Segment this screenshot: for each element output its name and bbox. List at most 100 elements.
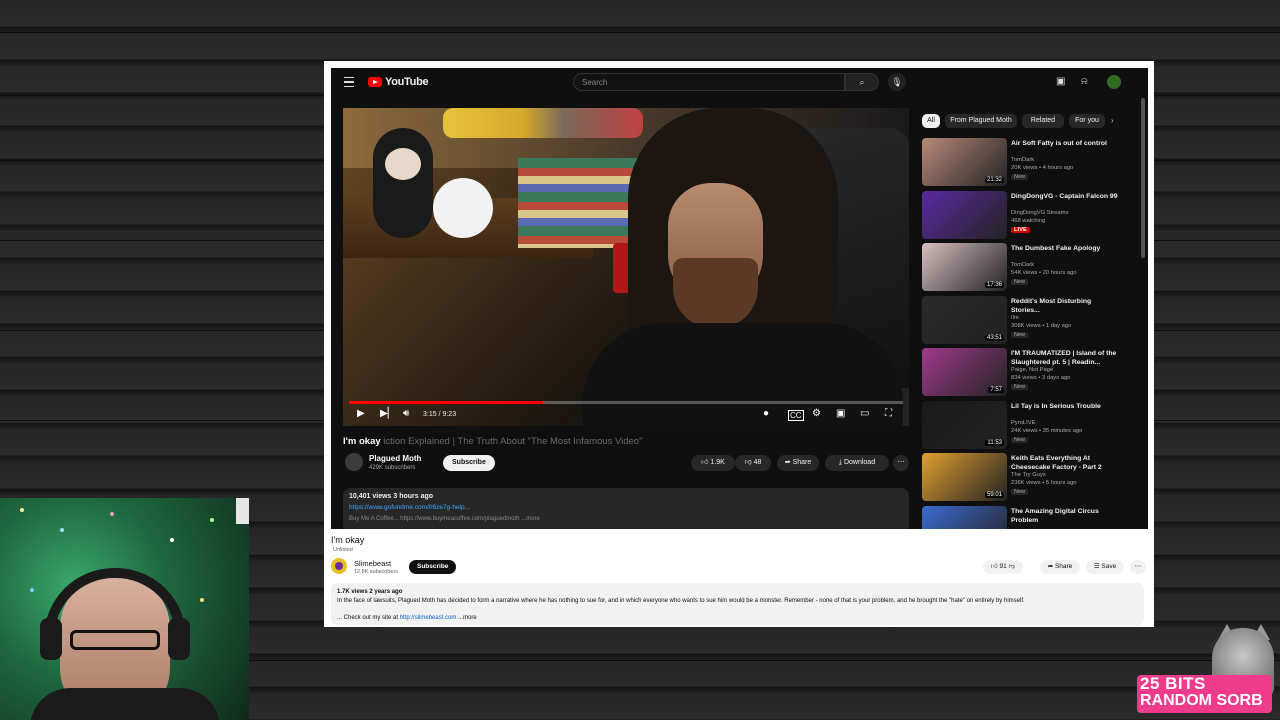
related-thumbnail[interactable]: 17:36 [922,243,1007,291]
related-video-item[interactable]: DingDongVG - Captain Falcon 99 DingDongVG… [922,190,1122,239]
fairy-light [30,588,34,592]
miniplayer-icon[interactable]: ▣ [836,408,845,419]
light-description-text: In the face of lawsuits, Plagued Moth ha… [337,598,1025,604]
related-thumbnail[interactable]: 59:01 [922,453,1007,501]
channel-name[interactable]: Plagued Moth [369,454,421,463]
light-more-icon[interactable]: ⋯ [1130,560,1146,574]
light-channel-name[interactable]: Slimebeast [354,559,391,568]
time-display: 3:15 / 9:23 [423,411,457,418]
related-video-item[interactable]: 59:01 Keith Eats Everything At Cheesecake… [922,453,1122,501]
headphone-cup [168,618,190,660]
youtube-logo[interactable]: YouTube [368,76,429,88]
related-video-item[interactable]: 11:53 Lil Tay is In Serious Trouble PyroLI… [922,400,1122,449]
description-more[interactable]: Buy Me A Coffee... https://www.buymeacof… [349,516,540,522]
chip-from-channel[interactable]: From Plagued Moth [945,114,1017,128]
light-share-button[interactable]: ➦ Share [1040,560,1080,574]
light-description-box[interactable]: 1.7K views 2 years ago In the face of la… [331,583,1144,625]
share-button[interactable]: ➦ Share [777,455,819,471]
chip-for-you[interactable]: For you [1069,114,1105,128]
fairy-light [110,512,114,516]
masthead: YouTube Search ⌕ 🎙︎ ▣ ⍾ [331,68,1148,98]
related-thumbnail[interactable]: 11:53 [922,400,1007,449]
related-title[interactable]: DingDongVG - Captain Falcon 99 [1011,192,1121,201]
chip-all[interactable]: All [922,114,940,128]
related-title[interactable]: Reddit's Most Disturbing Stories... [1011,297,1121,315]
video-frame-plush [373,128,433,238]
fairy-light [200,598,204,602]
related-thumbnail[interactable]: 7:57 [922,348,1007,396]
chevron-right-icon[interactable]: › [1111,116,1114,125]
related-title[interactable]: Lil Tay is In Serious Trouble [1011,402,1121,411]
light-save-button[interactable]: ☰ Save [1086,560,1124,574]
related-video-item[interactable]: 21:32 Air Soft Fatty is out of control Tom… [922,138,1122,186]
light-subscribe-button[interactable]: Subscribe [409,560,457,574]
like-button[interactable]: 👍︎ 1.9K [691,455,735,471]
download-button[interactable]: ⤓ Download [825,455,889,471]
account-avatar[interactable] [1107,75,1121,89]
channel-subscribers: 429K subscribers [369,465,416,471]
create-icon[interactable]: ▣ [1056,76,1065,87]
related-thumbnail[interactable]: 43:51 [922,295,1007,344]
new-badge: New [1011,384,1029,390]
related-title[interactable]: Air Soft Fatty is out of control [1011,139,1121,148]
theater-icon[interactable]: ▭ [860,408,869,419]
related-title[interactable]: The Dumbest Fake Apology [1011,244,1121,253]
unlisted-label: Unlisted [333,547,353,553]
next-icon[interactable]: ▶▏ [380,408,395,419]
captions-icon[interactable]: CC [788,410,804,421]
download-label: Download [843,459,876,466]
channel-avatar[interactable] [345,453,363,471]
autoplay-toggle[interactable]: ● [763,408,769,419]
bell-icon[interactable]: ⍾ [1081,76,1088,87]
light-description-line3: ... Check out my site at http://slimebea… [337,615,477,621]
bits-badge-line2: RANDOM SORB [1140,692,1263,709]
chip-related[interactable]: Related [1022,114,1064,128]
player-controls: ▶ ▶▏ 🔊︎ 3:15 / 9:23 ● CC ⚙ ▣ ▭ ⛶ [343,406,909,426]
subscribe-button[interactable]: Subscribe [443,455,495,471]
related-meta: 468 watching [1011,217,1046,224]
related-title[interactable]: I'M TRAUMATIZED | Island of the Slaughte… [1011,349,1121,367]
light-description-link[interactable]: http://slimebeast.com [400,615,457,621]
light-like-count: 91 [999,563,1007,570]
video-player[interactable]: ▶ ▶▏ 🔊︎ 3:15 / 9:23 ● CC ⚙ ▣ ▭ ⛶ [343,108,909,426]
progress-bar[interactable] [349,401,903,404]
description-link[interactable]: https://www.gofundme.com/f/6ze7g-help... [349,504,470,511]
youtube-play-icon [368,77,382,87]
light-share-label: Share [1054,563,1073,570]
video-title-faded: iction Explained | The Truth About "The … [383,436,643,447]
dislike-button[interactable]: 👎︎ 48 [735,455,771,471]
fullscreen-icon[interactable]: ⛶ [885,408,892,419]
related-video-item[interactable]: 43:51 Reddit's Most Disturbing Stories...… [922,295,1122,344]
more-actions-icon[interactable]: ⋯ [893,455,909,471]
volume-icon[interactable]: 🔊︎ [403,408,409,419]
video-title: I'm okay iction Explained | The Truth Ab… [343,436,642,447]
light-channel-avatar[interactable] [331,558,347,574]
related-duration: 21:32 [984,177,1004,183]
related-video-item[interactable]: 17:36 The Dumbest Fake Apology TomDark 54K … [922,243,1122,291]
new-badge: New [1011,436,1029,443]
related-meta: 308K views • 1 day ago [1011,322,1072,329]
light-like-button[interactable]: 👍︎ 91 👎︎ [983,560,1023,574]
light-description-more[interactable]: ...more [458,615,477,621]
fairy-light [20,508,24,512]
mic-icon[interactable]: 🎙︎ [888,73,906,91]
video-frame-plush-face [385,148,421,180]
scrollbar[interactable] [1141,98,1145,258]
related-title[interactable]: Keith Eats Everything At Cheesecake Fact… [1011,454,1121,472]
related-channel: Paige, Not Page [1011,367,1054,373]
search-icon[interactable]: ⌕ [845,73,879,91]
related-thumbnail[interactable]: 21:32 [922,138,1007,186]
settings-gear-icon[interactable]: ⚙ [812,408,821,419]
related-title[interactable]: The Amazing Digital Circus Problem [1011,507,1121,525]
menu-icon[interactable] [344,77,354,87]
related-video-item[interactable]: The Amazing Digital Circus Problem [922,505,1122,529]
related-video-item[interactable]: 7:57 I'M TRAUMATIZED | Island of the Slau… [922,348,1122,396]
search-input[interactable]: Search [573,73,845,91]
related-thumbnail[interactable] [922,505,1007,529]
streamer-shirt [30,688,220,720]
related-thumbnail[interactable] [922,190,1007,239]
play-icon[interactable]: ▶ [357,408,365,419]
logo-text: YouTube [385,76,429,88]
description-box[interactable]: 10,401 views 3 hours ago https://www.gof… [343,488,909,529]
fairy-light [210,518,214,522]
